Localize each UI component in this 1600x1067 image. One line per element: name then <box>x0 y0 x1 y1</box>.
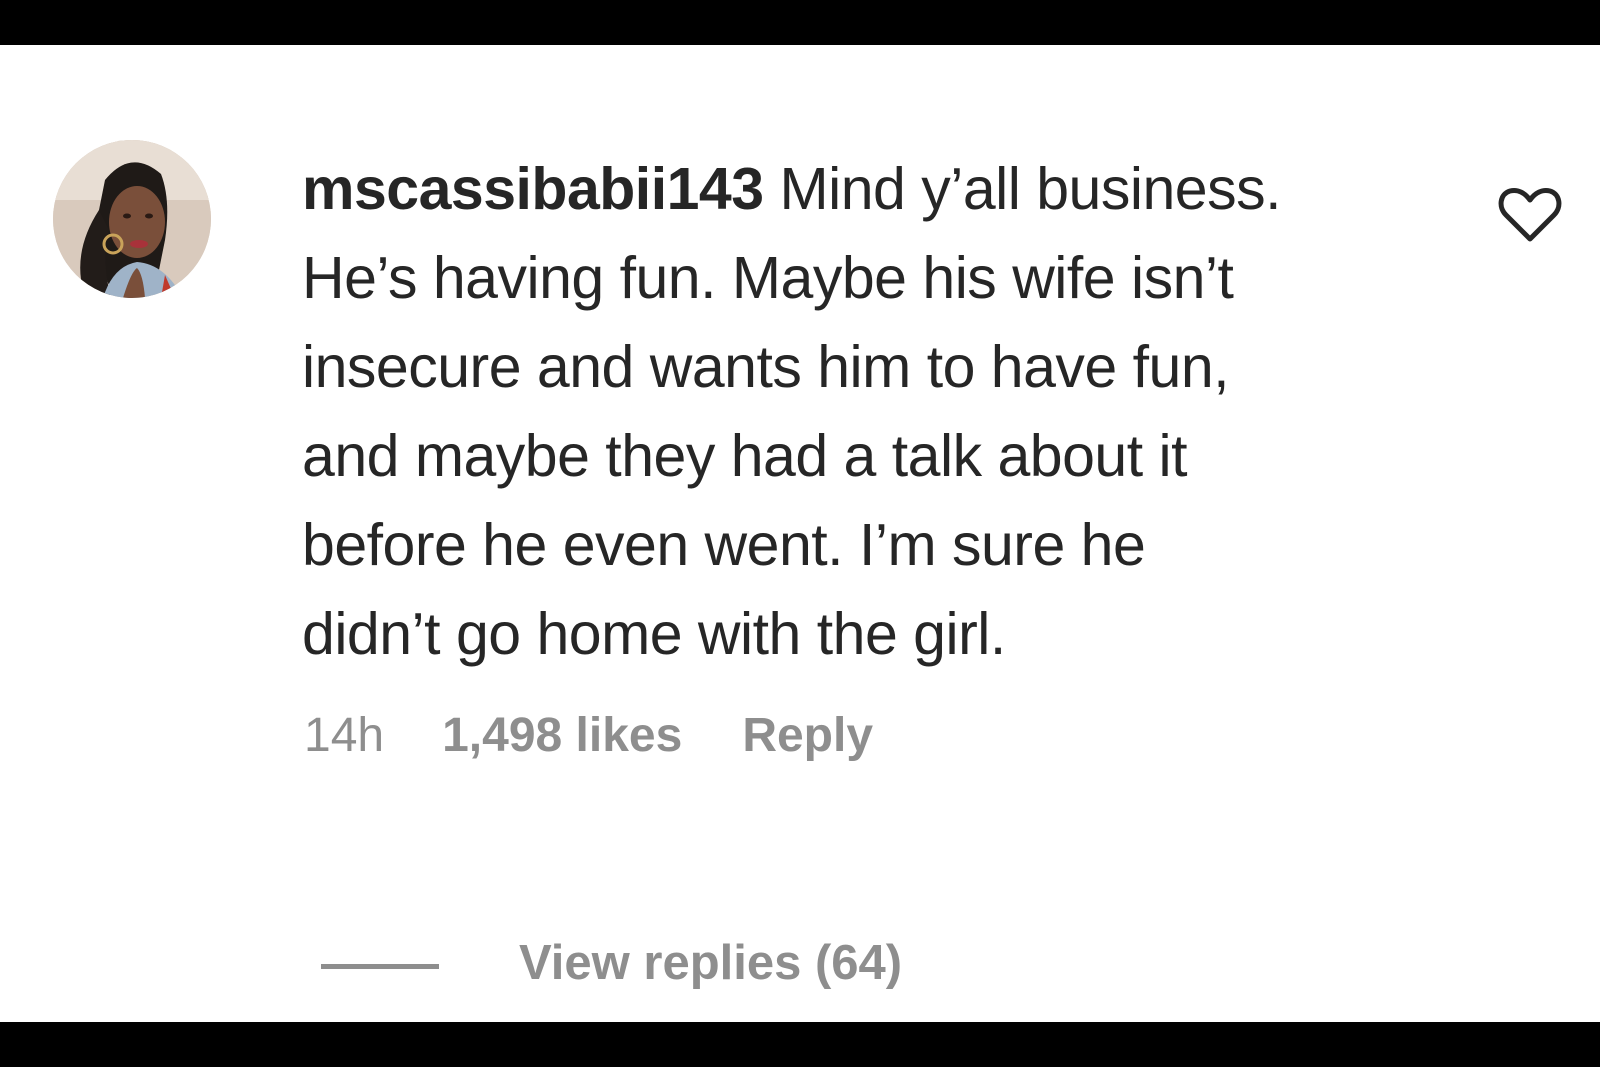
view-replies-label: View replies (64) <box>519 936 903 990</box>
replies-divider <box>321 963 439 969</box>
comment-text-line: before he even went. I’m sure he <box>302 512 1146 578</box>
comment-meta: 14h 1,498 likes Reply <box>304 708 873 763</box>
comment-panel: mscassibabii143 Mind y’all business. He’… <box>0 45 1600 1022</box>
comment-username[interactable]: mscassibabii143 <box>302 156 764 222</box>
avatar-photo <box>53 140 211 298</box>
comment-likes[interactable]: 1,498 likes <box>442 708 682 763</box>
comment-text-line: didn’t go home with the girl. <box>302 601 1006 667</box>
comment-text-line: insecure and wants him to have fun, <box>302 334 1230 400</box>
comment-text-line: and maybe they had a talk about it <box>302 423 1188 489</box>
like-button[interactable] <box>1497 185 1563 245</box>
comment-body: mscassibabii143 Mind y’all business. He’… <box>302 145 1452 679</box>
heart-outline-icon <box>1498 188 1562 242</box>
comment-text-line: He’s having fun. Maybe his wife isn’t <box>302 245 1234 311</box>
view-replies-button[interactable]: View replies (64) <box>321 935 902 991</box>
comment-text-line: Mind y’all business. <box>763 156 1281 222</box>
comment-time: 14h <box>304 709 385 762</box>
comment-line-1: mscassibabii143 Mind y’all business. <box>302 145 1452 234</box>
reply-button[interactable]: Reply <box>742 708 873 763</box>
avatar[interactable] <box>53 140 211 298</box>
